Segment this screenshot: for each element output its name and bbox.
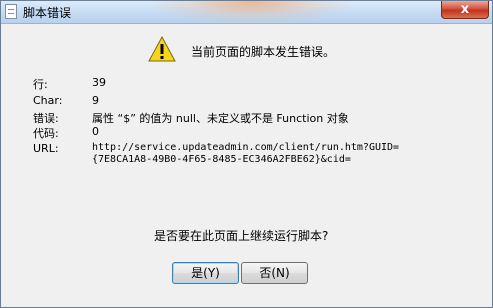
warning-icon xyxy=(148,36,176,62)
detail-label: URL: xyxy=(33,142,59,155)
url-line-1: http://service.updateadmin.com/client/ru… xyxy=(92,142,400,153)
detail-value: 39 xyxy=(92,76,106,89)
url-line-2: {7E8CA1A8-49B0-4F65-8485-EC346A2FBE62}&c… xyxy=(92,154,351,165)
error-message: 当前页面的脚本发生错误。 xyxy=(191,45,336,59)
detail-value: 9 xyxy=(92,94,99,107)
window-title: 脚本错误 xyxy=(23,6,72,20)
document-icon xyxy=(5,4,17,19)
detail-label: 错误: xyxy=(33,112,59,125)
detail-value: 属性 “$” 的值为 null、未定义或不是 Function 对象 xyxy=(92,112,349,125)
no-button[interactable]: 否(N) xyxy=(241,262,308,284)
detail-value: 0 xyxy=(92,125,99,138)
title-bar[interactable]: 脚本错误 x xyxy=(1,1,492,24)
detail-label: Char: xyxy=(33,94,63,107)
continue-question: 是否要在此页面上继续运行脚本? xyxy=(154,229,329,243)
detail-label: 行: xyxy=(33,78,48,91)
close-button[interactable]: x xyxy=(441,1,489,19)
script-error-dialog: 脚本错误 x 当前页面的脚本发生错误。 行: 39 Char: 9 错误: 属性… xyxy=(0,0,493,308)
title-bar-glow xyxy=(151,1,351,23)
yes-button[interactable]: 是(Y) xyxy=(172,262,239,284)
close-icon: x xyxy=(460,2,470,17)
detail-label: 代码: xyxy=(33,127,59,140)
